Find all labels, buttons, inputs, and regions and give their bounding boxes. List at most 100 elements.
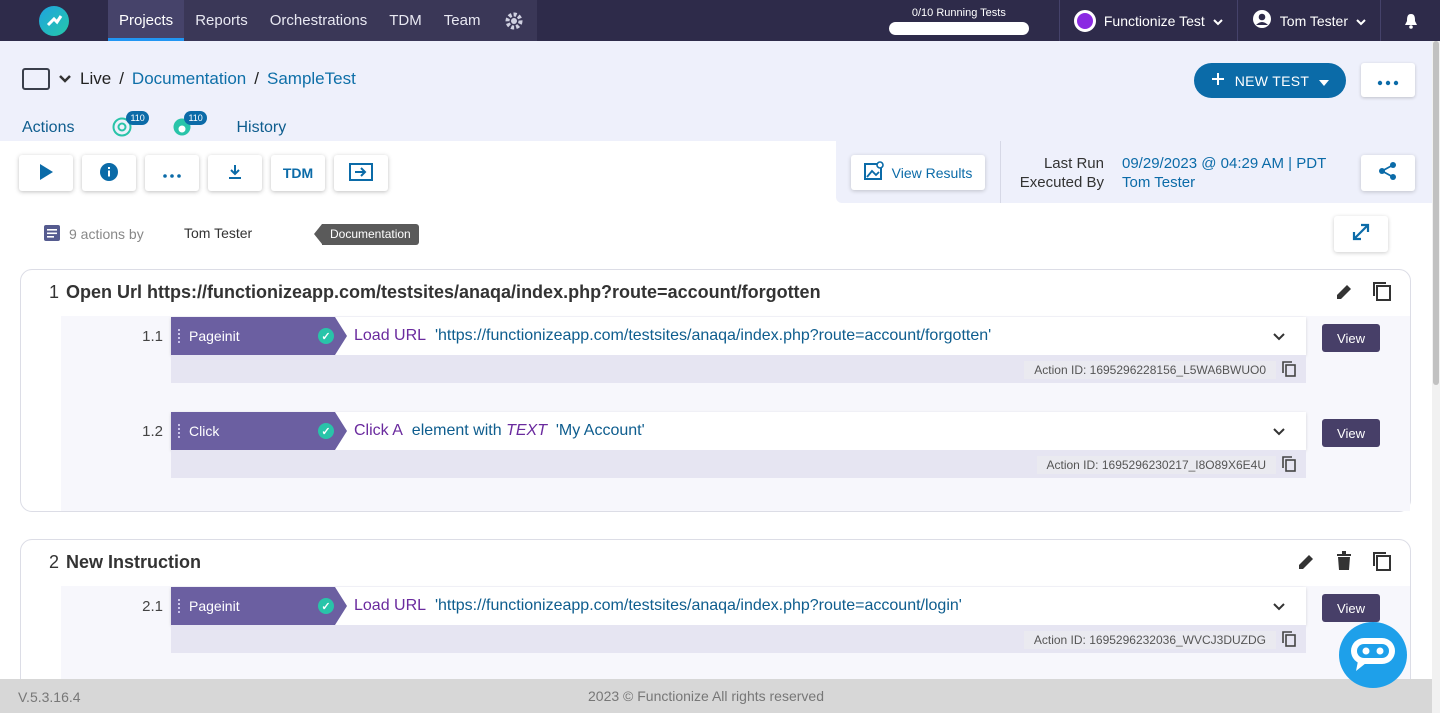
action-number: 1.1 bbox=[142, 328, 163, 345]
step-title: Open Url https://functionizeapp.com/test… bbox=[66, 282, 821, 302]
monitor-icon[interactable] bbox=[22, 68, 50, 90]
user-menu[interactable]: Tom Tester bbox=[1236, 0, 1380, 41]
check-icon: ✓ bbox=[318, 423, 334, 439]
view-action-button[interactable]: View bbox=[1322, 324, 1380, 352]
view-action-button[interactable]: View bbox=[1322, 419, 1380, 447]
action-id-bar: Action ID: 1695296230217_I8O89X6E4U bbox=[171, 450, 1306, 478]
edge-count-badge: 110 bbox=[184, 111, 207, 125]
scrollbar-thumb[interactable] bbox=[1433, 41, 1439, 385]
tab-actions[interactable]: Actions bbox=[22, 115, 74, 143]
copy-icon[interactable] bbox=[1371, 280, 1393, 307]
tab-edge[interactable]: 110 bbox=[168, 111, 220, 143]
drag-handle-icon[interactable] bbox=[178, 599, 181, 613]
action-row[interactable]: Click ✓ Click A element with TEXT 'My Ac… bbox=[171, 412, 1306, 450]
tab-history[interactable]: History bbox=[236, 115, 286, 143]
executed-by-label: Executed By bbox=[1019, 174, 1104, 191]
run-button[interactable] bbox=[19, 155, 73, 191]
action-middle: element with bbox=[411, 422, 502, 439]
nav-left: Projects Reports Orchestrations TDM Team bbox=[0, 0, 538, 41]
step-number: 1 bbox=[49, 282, 60, 302]
list-icon bbox=[44, 225, 60, 246]
copyright: 2023 © Functionize All rights reserved bbox=[588, 688, 824, 704]
download-button[interactable] bbox=[208, 155, 262, 191]
page-header: Live / Documentation / SampleTest NEW TE… bbox=[0, 41, 1432, 143]
chevron-down-icon[interactable] bbox=[1272, 424, 1286, 442]
chatbot-button[interactable] bbox=[1339, 622, 1407, 688]
chatbot-robot-icon bbox=[1348, 633, 1398, 678]
nav-tdm[interactable]: TDM bbox=[378, 0, 433, 41]
new-test-button[interactable]: NEW TEST bbox=[1194, 63, 1346, 98]
chevron-down-icon[interactable] bbox=[58, 69, 72, 89]
chevron-down-icon bbox=[1213, 13, 1223, 29]
view-action-button[interactable]: View bbox=[1322, 594, 1380, 622]
copy-id-icon[interactable] bbox=[1282, 361, 1296, 382]
nav-reports[interactable]: Reports bbox=[184, 0, 259, 41]
project-selector[interactable]: Functionize Test bbox=[1058, 0, 1237, 41]
more-actions-button[interactable] bbox=[145, 155, 199, 191]
action-id-bar: Action ID: 1695296232036_WVCJ3DUZDG bbox=[171, 625, 1306, 653]
nav-projects[interactable]: Projects bbox=[108, 0, 185, 41]
action-selector-type: TEXT bbox=[506, 422, 547, 439]
edit-pencil-icon[interactable] bbox=[1334, 282, 1354, 307]
view-results-button[interactable]: View Results bbox=[851, 155, 985, 190]
action-type: Pageinit bbox=[189, 598, 240, 614]
expand-button[interactable] bbox=[1334, 216, 1388, 252]
action-type-label: Pageinit ✓ bbox=[171, 587, 347, 625]
functionize-logo[interactable] bbox=[0, 0, 108, 41]
project-tag[interactable]: Documentation bbox=[314, 224, 419, 245]
more-options-button[interactable] bbox=[1361, 63, 1415, 97]
run-info-divider bbox=[1000, 141, 1001, 203]
action-id: Action ID: 1695296228156_L5WA6BWUO0 bbox=[1024, 361, 1276, 379]
more-dots-icon bbox=[163, 165, 181, 181]
project-name: Functionize Test bbox=[1103, 12, 1205, 29]
action-row[interactable]: Pageinit ✓ Load URL 'https://functionize… bbox=[171, 317, 1306, 355]
tab-chrome[interactable]: 110 bbox=[100, 111, 153, 143]
image-results-icon bbox=[863, 161, 884, 184]
action-count: 9 actions by bbox=[69, 226, 144, 242]
running-tests-bar bbox=[888, 21, 1029, 35]
info-icon bbox=[99, 162, 119, 185]
footer: V.5.3.16.4 2023 © Functionize All rights… bbox=[0, 679, 1432, 713]
run-info-panel: View Results Last Run Executed By 09/29/… bbox=[836, 141, 1432, 203]
play-icon bbox=[39, 163, 53, 183]
nav-orchestrations[interactable]: Orchestrations bbox=[259, 0, 379, 41]
page-scrollbar[interactable] bbox=[1432, 41, 1440, 713]
notifications-bell-icon[interactable] bbox=[1380, 0, 1440, 41]
drag-handle-icon[interactable] bbox=[178, 424, 181, 438]
action-id: Action ID: 1695296232036_WVCJ3DUZDG bbox=[1023, 631, 1276, 649]
check-icon: ✓ bbox=[318, 598, 334, 614]
action-keyword: Click A bbox=[354, 422, 403, 439]
breadcrumb: Live / Documentation / SampleTest bbox=[22, 68, 356, 90]
drag-handle-icon[interactable] bbox=[178, 329, 181, 343]
action-row[interactable]: Pageinit ✓ Load URL 'https://functionize… bbox=[171, 587, 1306, 625]
copy-id-icon[interactable] bbox=[1282, 631, 1296, 652]
action-keyword: Load URL bbox=[354, 597, 427, 614]
breadcrumb-project-link[interactable]: Documentation bbox=[132, 69, 246, 89]
last-run-value[interactable]: 09/29/2023 @ 04:29 AM | PDT bbox=[1122, 155, 1326, 172]
project-color-icon bbox=[1073, 9, 1096, 32]
tdm-button[interactable]: TDM bbox=[271, 155, 325, 191]
action-number: 1.2 bbox=[142, 423, 163, 440]
share-button[interactable] bbox=[1361, 155, 1415, 191]
action-keyword: Load URL bbox=[354, 327, 427, 344]
settings-gear-icon[interactable] bbox=[491, 0, 537, 41]
edit-pencil-icon[interactable] bbox=[1296, 552, 1316, 577]
export-button[interactable] bbox=[334, 155, 388, 191]
download-icon bbox=[228, 164, 242, 183]
info-button[interactable] bbox=[82, 155, 136, 191]
copy-id-icon[interactable] bbox=[1282, 456, 1296, 477]
trash-icon[interactable] bbox=[1335, 551, 1353, 576]
view-results-label: View Results bbox=[891, 164, 973, 181]
breadcrumb-test-link[interactable]: SampleTest bbox=[267, 69, 356, 89]
action-id-bar: Action ID: 1695296228156_L5WA6BWUO0 bbox=[171, 355, 1306, 383]
user-avatar-icon bbox=[1252, 9, 1272, 32]
action-author: Tom Tester bbox=[184, 225, 253, 241]
executed-by-value[interactable]: Tom Tester bbox=[1122, 174, 1195, 191]
running-tests[interactable]: 0/10 Running Tests bbox=[869, 7, 1049, 35]
chevron-down-icon[interactable] bbox=[1272, 599, 1286, 617]
action-description: Click A element with TEXT 'My Account' bbox=[354, 422, 645, 440]
copy-icon[interactable] bbox=[1371, 550, 1393, 577]
chevron-down-icon[interactable] bbox=[1272, 329, 1286, 347]
test-tabs: Actions 110 110 History bbox=[22, 111, 312, 143]
nav-team[interactable]: Team bbox=[433, 0, 492, 41]
